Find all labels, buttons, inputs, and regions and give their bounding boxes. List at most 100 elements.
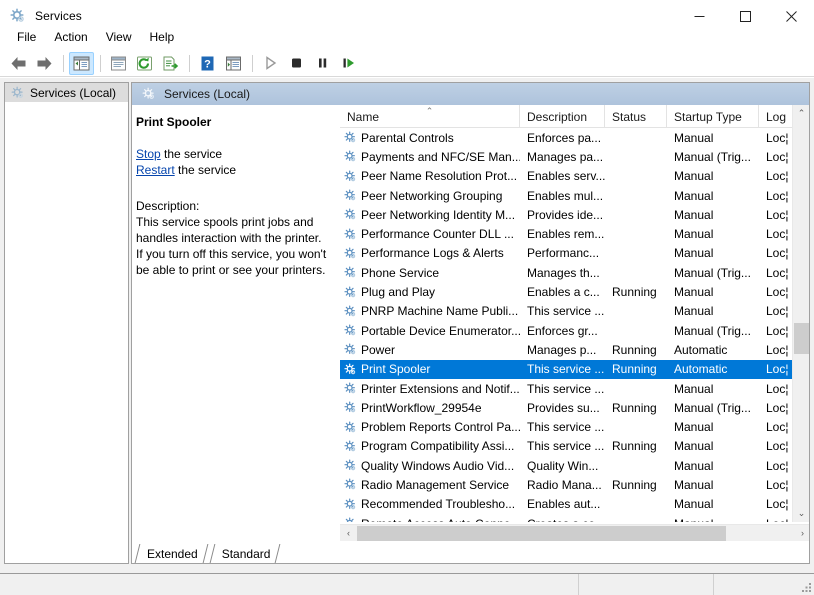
cell-status: [605, 167, 667, 186]
stop-service-line: Stop the service: [136, 146, 332, 162]
table-row[interactable]: PNRP Machine Name Publi...This service .…: [340, 302, 793, 321]
table-row[interactable]: Recommended Troublesho...Enables aut...M…: [340, 495, 793, 514]
table-row[interactable]: Quality Windows Audio Vid...Quality Win.…: [340, 456, 793, 475]
cell-status: [605, 263, 667, 282]
console-result-pane: Services (Local) Print Spooler Stop the …: [131, 82, 810, 564]
table-row[interactable]: Performance Logs & AlertsPerformanc...Ma…: [340, 244, 793, 263]
help-button[interactable]: ?: [195, 52, 220, 75]
menu-file[interactable]: File: [8, 27, 45, 47]
table-row[interactable]: Problem Reports Control Pa...This servic…: [340, 417, 793, 436]
table-row[interactable]: Peer Name Resolution Prot...Enables serv…: [340, 167, 793, 186]
cell-description: Manages p...: [520, 340, 605, 359]
show-action-pane-button[interactable]: [221, 52, 246, 75]
table-row[interactable]: Remote Access Auto Conne...Creates a co.…: [340, 514, 793, 522]
column-header-startup-type[interactable]: Startup Type: [667, 105, 759, 128]
resize-grip-icon[interactable]: [800, 581, 812, 593]
cell-description: Provides su...: [520, 398, 605, 417]
tab-standard[interactable]: Standard: [209, 544, 282, 563]
cell-startup: Manual: [667, 475, 759, 494]
services-gear-icon: [10, 8, 26, 24]
cell-logon: Loc¦: [759, 263, 793, 282]
column-header-label: Name: [347, 110, 379, 124]
service-name-text: Payments and NFC/SE Man...: [361, 150, 520, 164]
table-row[interactable]: PowerManages p...RunningAutomaticLoc¦: [340, 340, 793, 359]
scroll-up-arrow-icon[interactable]: ⌃: [793, 105, 810, 122]
tab-extended[interactable]: Extended: [134, 544, 209, 563]
stop-service-button[interactable]: [284, 52, 309, 75]
show-hide-console-tree-button[interactable]: [69, 52, 94, 75]
refresh-button[interactable]: [132, 52, 157, 75]
service-gear-icon: [343, 188, 358, 203]
export-list-button[interactable]: [158, 52, 183, 75]
table-row[interactable]: Printer Extensions and Notif...This serv…: [340, 379, 793, 398]
vertical-scrollbar[interactable]: ⌃ ⌄: [792, 105, 809, 522]
service-gear-icon: [343, 246, 358, 261]
description-line-2: handles interaction with the printer.: [136, 230, 332, 246]
back-button[interactable]: [6, 52, 31, 75]
scroll-left-arrow-icon[interactable]: ‹: [340, 525, 357, 542]
cell-logon: Loc¦: [759, 475, 793, 494]
table-row[interactable]: Portable Device Enumerator...Enforces gr…: [340, 321, 793, 340]
column-header-description[interactable]: Description: [520, 105, 605, 128]
column-header-status[interactable]: Status: [605, 105, 667, 128]
forward-button[interactable]: [32, 52, 57, 75]
table-row[interactable]: PrintWorkflow_29954eProvides su...Runnin…: [340, 398, 793, 417]
properties-button[interactable]: [106, 52, 131, 75]
table-row[interactable]: Print SpoolerThis service ...RunningAuto…: [340, 360, 793, 379]
horizontal-scrollbar-thumb[interactable]: [357, 526, 726, 541]
cell-status: Running: [605, 437, 667, 456]
service-name-text: Printer Extensions and Notif...: [361, 382, 520, 396]
status-bar-panel-main: [0, 574, 579, 595]
status-bar-panel-tertiary: [714, 574, 814, 595]
table-row[interactable]: Phone ServiceManages th...Manual (Trig..…: [340, 263, 793, 282]
restart-service-link[interactable]: Restart: [136, 163, 175, 177]
column-header-name[interactable]: Name⌃: [340, 105, 520, 128]
horizontal-scroll-track[interactable]: [357, 525, 794, 542]
table-row[interactable]: Performance Counter DLL ...Enables rem..…: [340, 224, 793, 243]
table-row[interactable]: Plug and PlayEnables a c...RunningManual…: [340, 282, 793, 301]
service-name-text: Performance Counter DLL ...: [361, 227, 514, 241]
cell-startup: Manual: [667, 186, 759, 205]
menu-view[interactable]: View: [97, 27, 141, 47]
horizontal-scrollbar[interactable]: ‹ ›: [340, 524, 810, 541]
cell-name: Portable Device Enumerator...: [340, 321, 520, 340]
cell-status: Running: [605, 360, 667, 379]
menu-bar: File Action View Help: [0, 25, 814, 49]
table-row[interactable]: Peer Networking GroupingEnables mul...Ma…: [340, 186, 793, 205]
vertical-scrollbar-thumb[interactable]: [794, 323, 809, 354]
pause-service-button[interactable]: [310, 52, 335, 75]
scroll-right-arrow-icon[interactable]: ›: [794, 525, 810, 542]
service-gear-icon: [343, 362, 358, 377]
menu-help[interactable]: Help: [141, 27, 184, 47]
start-service-button[interactable]: [258, 52, 283, 75]
table-row[interactable]: Program Compatibility Assi...This servic…: [340, 437, 793, 456]
menu-action[interactable]: Action: [45, 27, 96, 47]
table-row[interactable]: Parental ControlsEnforces pa...ManualLoc…: [340, 128, 793, 147]
scroll-down-arrow-icon[interactable]: ⌄: [793, 505, 810, 522]
table-row[interactable]: Radio Management ServiceRadio Mana...Run…: [340, 475, 793, 494]
cell-status: Running: [605, 340, 667, 359]
cell-description: Enables serv...: [520, 167, 605, 186]
stop-service-link[interactable]: Stop: [136, 147, 161, 161]
console-tree-pane: Services (Local): [4, 82, 129, 564]
cell-name: Parental Controls: [340, 128, 520, 147]
description-line-4: be able to print or see your printers.: [136, 262, 332, 278]
table-row[interactable]: Payments and NFC/SE Man...Manages pa...M…: [340, 147, 793, 166]
cell-description: Provides ide...: [520, 205, 605, 224]
service-name-text: Parental Controls: [361, 131, 454, 145]
services-window: Services File Action View Help: [0, 0, 814, 595]
cell-description: Manages pa...: [520, 147, 605, 166]
column-header-log[interactable]: Log: [759, 105, 793, 128]
cell-startup: Manual: [667, 282, 759, 301]
cell-startup: Manual: [667, 302, 759, 321]
tree-node-services-local[interactable]: Services (Local): [5, 83, 128, 102]
service-gear-icon: [343, 149, 358, 164]
cell-description: Creates a co...: [520, 514, 605, 522]
table-row[interactable]: Peer Networking Identity M...Provides id…: [340, 205, 793, 224]
cell-description: Enforces gr...: [520, 321, 605, 340]
service-gear-icon: [343, 458, 358, 473]
service-name-text: Peer Networking Grouping: [361, 189, 502, 203]
restart-service-button[interactable]: [336, 52, 361, 75]
service-name-text: Print Spooler: [361, 362, 430, 376]
cell-name: Peer Networking Grouping: [340, 186, 520, 205]
